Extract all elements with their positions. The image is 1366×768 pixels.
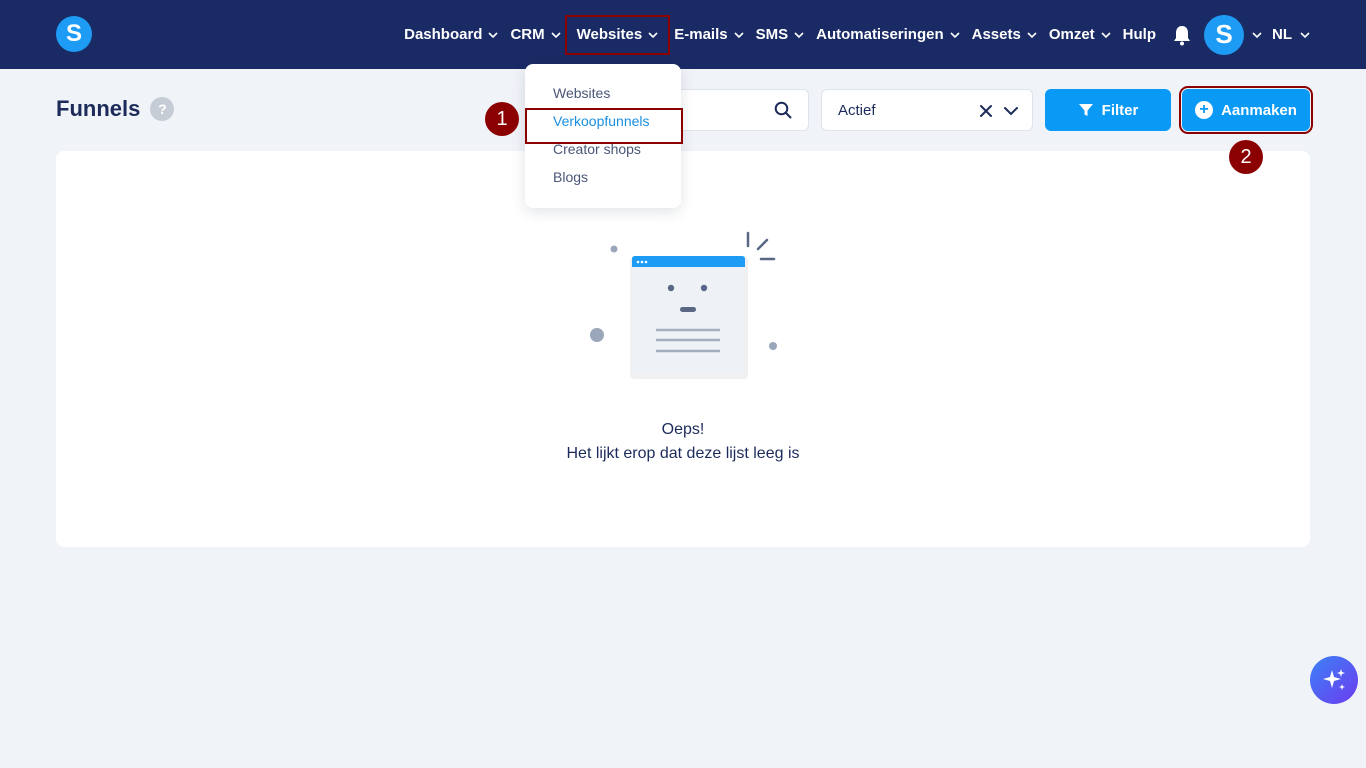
chevron-down-icon[interactable] (1252, 30, 1262, 40)
create-button-label: Aanmaken (1221, 101, 1297, 119)
nav-item-dashboard[interactable]: Dashboard (398, 17, 504, 53)
nav-item-label: Websites (576, 26, 643, 43)
nav-item-automatiseringen[interactable]: Automatiseringen (810, 17, 966, 53)
nav-item-label: SMS (755, 26, 789, 43)
status-select[interactable]: Actief (821, 89, 1033, 131)
page-header: Funnels ? (56, 96, 175, 122)
nav-item-sms[interactable]: SMS (750, 17, 811, 53)
chevron-down-icon (1101, 31, 1111, 38)
chevron-down-icon[interactable] (1003, 104, 1019, 118)
main-nav: Dashboard CRM Websites E-mails SMS Autom… (398, 0, 1366, 69)
app-logo[interactable]: S (56, 16, 92, 52)
filter-button[interactable]: Filter (1045, 89, 1171, 131)
filter-icon (1078, 104, 1093, 116)
search-icon[interactable] (774, 101, 792, 119)
language-label: NL (1272, 26, 1292, 43)
nav-item-crm[interactable]: CRM (504, 17, 566, 53)
empty-list-illustration (590, 231, 777, 379)
nav-item-label: Automatiseringen (816, 26, 944, 43)
empty-state-message: Het lijkt erop dat deze lijst leeg is (566, 445, 800, 462)
nav-item-assets[interactable]: Assets (966, 17, 1043, 53)
menu-item-blogs[interactable]: Blogs (525, 166, 681, 194)
language-selector[interactable]: NL (1272, 26, 1310, 43)
help-icon[interactable]: ? (150, 97, 175, 121)
nav-item-omzet[interactable]: Omzet (1043, 17, 1117, 53)
nav-item-label: CRM (510, 26, 545, 43)
menu-item-websites[interactable]: Websites (525, 82, 681, 110)
nav-item-emails[interactable]: E-mails (668, 17, 749, 53)
top-navigation-bar: S Dashboard CRM Websites E-mails SMS Aut… (0, 0, 1366, 69)
plus-circle-icon: + (1195, 101, 1214, 119)
chevron-down-icon (1300, 31, 1310, 38)
menu-item-creator-shops[interactable]: Creator shops (525, 138, 681, 166)
nav-item-label: Omzet (1048, 26, 1095, 43)
sparkle-icon (1323, 669, 1345, 690)
nav-item-websites[interactable]: Websites (564, 14, 671, 55)
nav-item-hulp[interactable]: Hulp (1117, 17, 1162, 53)
websites-dropdown-menu: Websites Verkoopfunnels Creator shops Bl… (525, 64, 683, 208)
user-avatar[interactable]: S (1204, 14, 1244, 55)
ai-assistant-button[interactable] (1310, 656, 1358, 704)
nav-item-label: Assets (971, 26, 1021, 43)
nav-item-label: E-mails (674, 26, 728, 43)
chevron-down-icon (794, 31, 804, 38)
clear-icon[interactable] (979, 104, 993, 118)
chevron-down-icon (1027, 31, 1037, 38)
page-title: Funnels (56, 96, 141, 121)
empty-state-title: Oeps! (661, 421, 705, 438)
chevron-down-icon (551, 31, 561, 38)
bell-icon[interactable] (1172, 24, 1192, 46)
menu-item-verkoopfunnels[interactable]: Verkoopfunnels (525, 108, 683, 144)
nav-item-label: Hulp (1122, 26, 1156, 43)
step-marker-1: 1 (485, 102, 519, 136)
status-select-value: Actief (838, 102, 876, 119)
chevron-down-icon (734, 31, 744, 38)
nav-item-label: Dashboard (404, 26, 483, 43)
step-marker-2: 2 (1229, 140, 1263, 174)
create-button[interactable]: + Aanmaken (1179, 86, 1313, 134)
filter-button-label: Filter (1101, 101, 1139, 119)
chevron-down-icon (950, 31, 960, 38)
chevron-down-icon (488, 31, 499, 38)
chevron-down-icon (648, 31, 658, 38)
